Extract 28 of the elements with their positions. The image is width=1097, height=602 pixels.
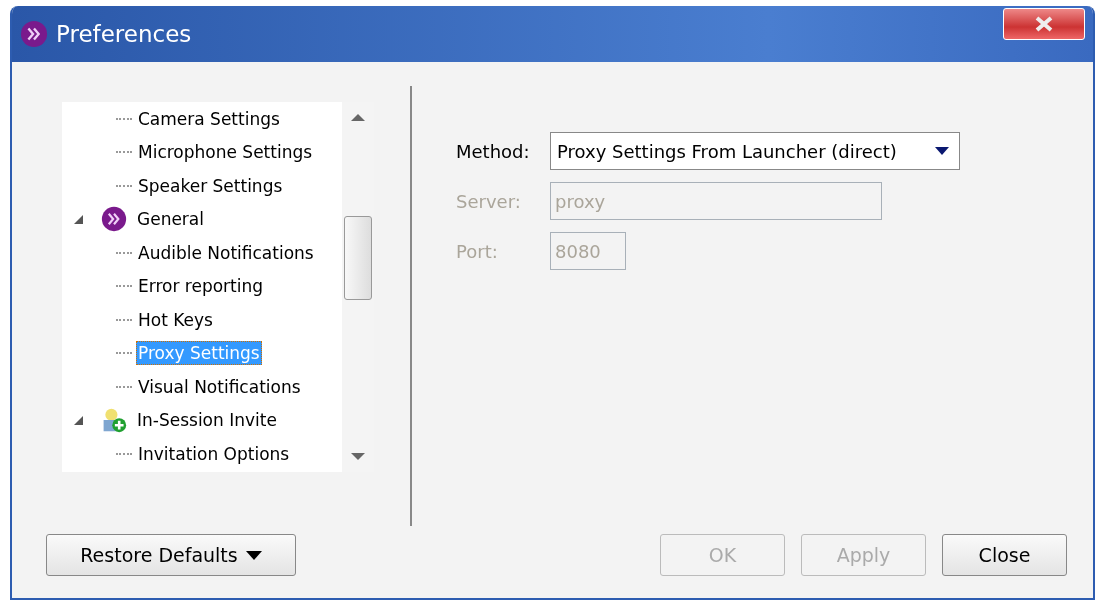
port-label: Port: [456, 240, 499, 262]
scroll-thumb[interactable] [344, 216, 372, 300]
tree-item[interactable]: In-Session Invite [135, 408, 279, 433]
tree-item[interactable]: Audible Notifications [136, 240, 316, 265]
window-title: Preferences [56, 21, 193, 47]
tree-item[interactable]: Error reporting [136, 274, 266, 299]
tree-item[interactable]: Hot Keys [136, 307, 215, 332]
caret-icon [935, 147, 949, 155]
dialog-button[interactable]: Restore Defaults [46, 534, 296, 576]
scroll-up-icon[interactable] [351, 114, 365, 121]
tree-item[interactable]: Microphone Settings [136, 140, 315, 165]
tree-item[interactable]: Camera Settings [136, 106, 282, 131]
scroll-down-icon[interactable] [351, 453, 365, 460]
dialog-button[interactable]: Close [942, 534, 1067, 576]
app-logo-icon [101, 206, 127, 233]
method-label: Method: [456, 140, 531, 162]
tree-item[interactable]: Visual Notifications [136, 374, 303, 399]
expanded-triangle-icon[interactable] [74, 214, 83, 224]
expanded-triangle-icon[interactable] [74, 415, 83, 425]
method-dropdown[interactable]: Proxy Settings From Launcher (direct) [550, 132, 960, 170]
person-add-icon [101, 407, 127, 434]
tree-item[interactable]: Invitation Options [136, 441, 292, 466]
tree-item[interactable]: Speaker Settings [136, 173, 285, 198]
caret-icon [245, 550, 262, 560]
tree-item[interactable]: General [135, 207, 206, 232]
server-label: Server: [456, 190, 522, 212]
close-icon[interactable] [1003, 8, 1085, 40]
app-logo-icon [20, 20, 48, 48]
